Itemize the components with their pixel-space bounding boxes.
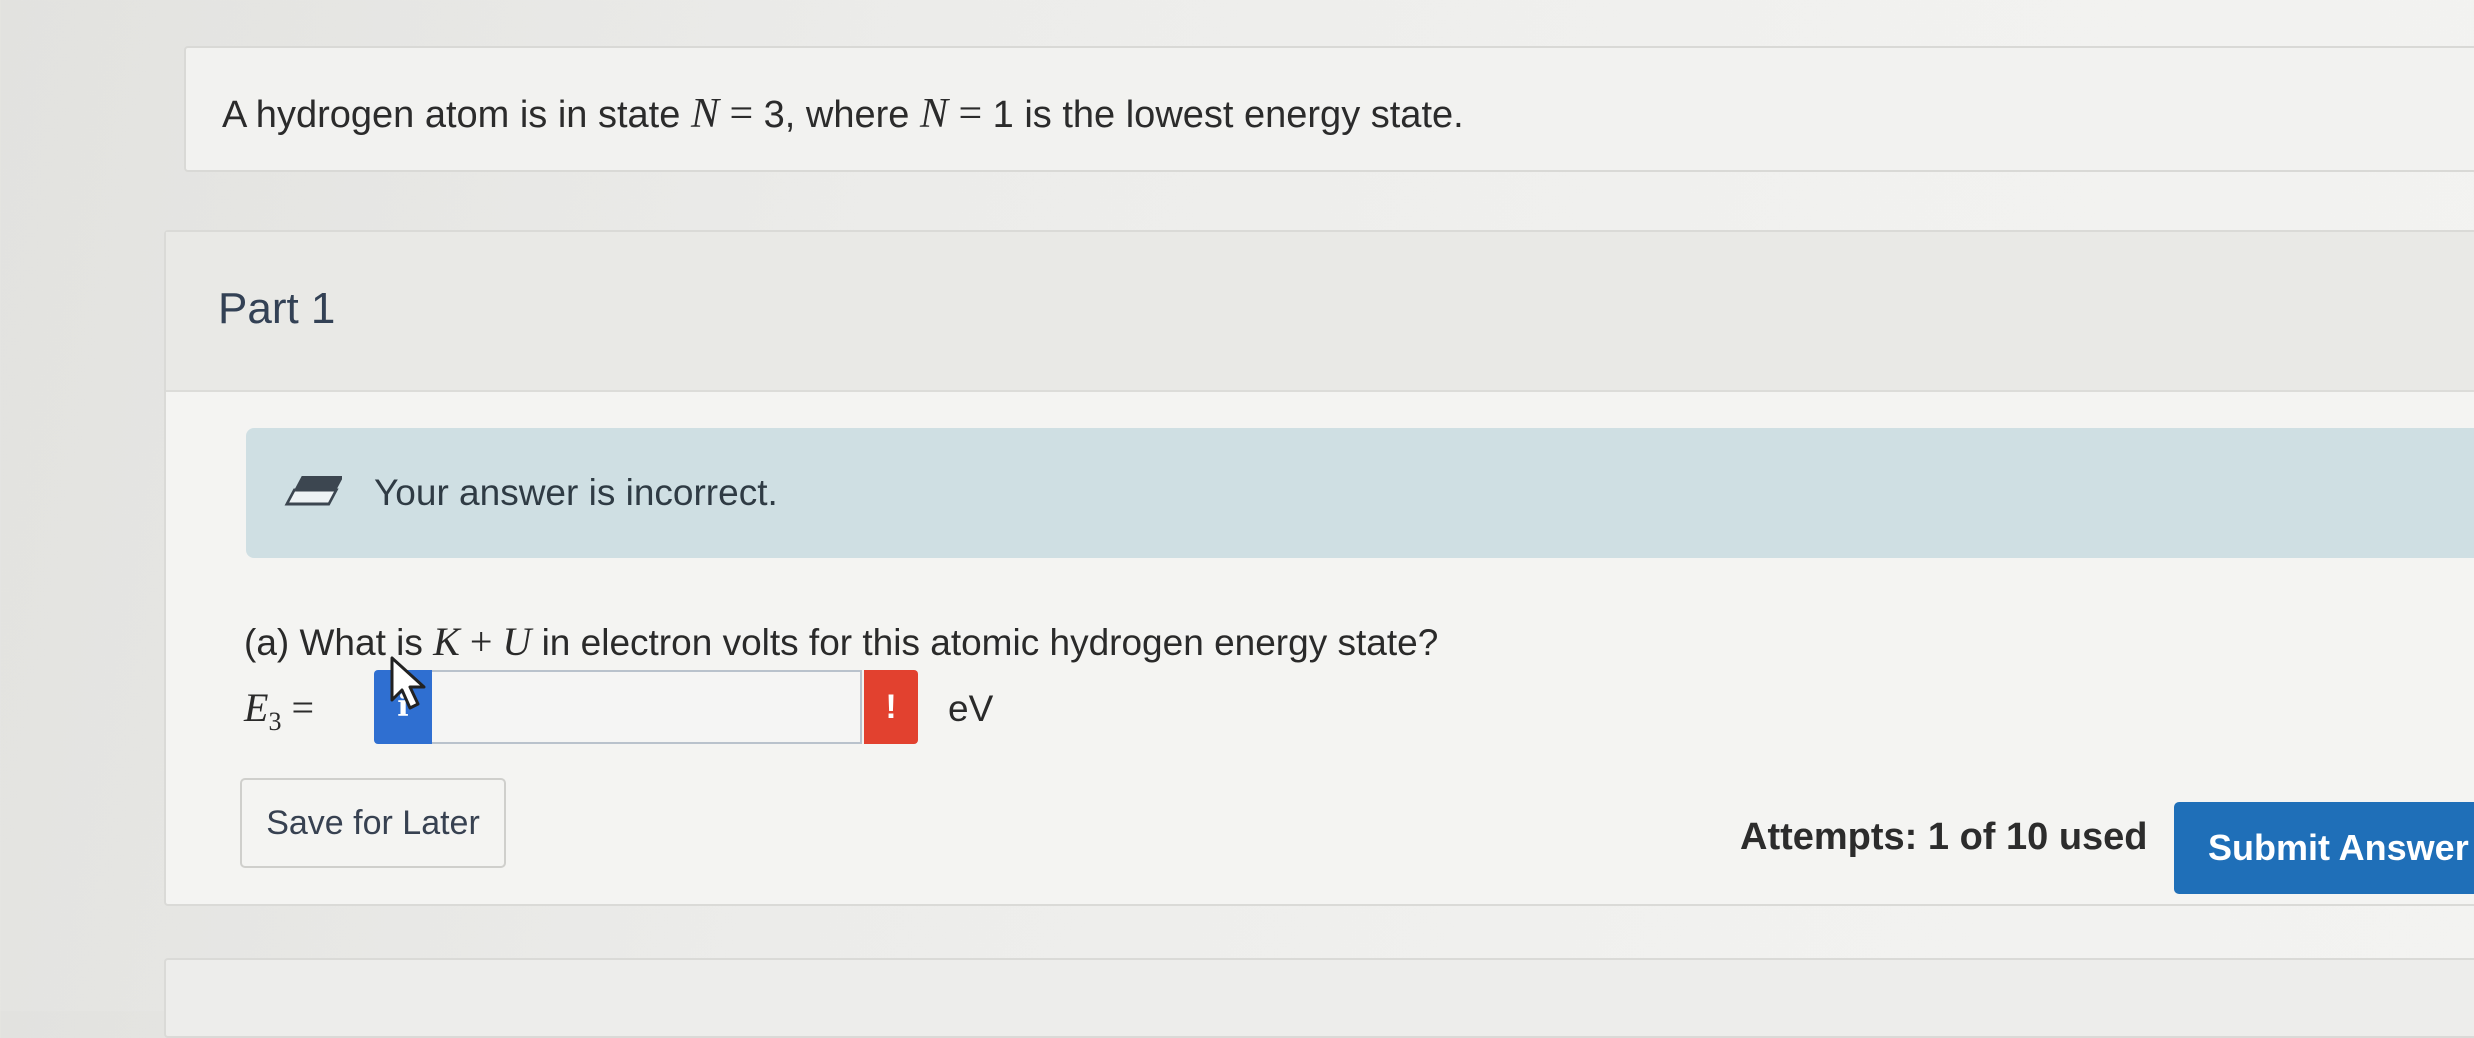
submit-answer-button[interactable]: Submit Answer	[2174, 802, 2474, 894]
question-suffix: is the lowest energy state.	[1013, 94, 1464, 136]
attempts-counter: Attempts: 1 of 10 used	[1740, 816, 2148, 858]
question-variable-n-2: N	[919, 91, 948, 137]
prompt-variable-k: K	[433, 619, 460, 664]
answer-unit: eV	[948, 688, 994, 729]
answer-symbol: E	[244, 685, 269, 730]
question-text: A hydrogen atom is in state N = 3, where…	[222, 90, 1464, 138]
feedback-message: Your answer is incorrect.	[374, 472, 778, 513]
prompt-variable-u: U	[502, 619, 532, 664]
question-prefix: A hydrogen atom is in state	[222, 94, 691, 136]
question-state-value: 3	[763, 94, 785, 136]
part-panel: Part 1 Your answer is incorrect. (a) Wha…	[164, 230, 2474, 906]
eraser-icon	[284, 476, 342, 506]
error-icon: !	[864, 670, 918, 744]
save-for-later-button[interactable]: Save for Later	[240, 778, 506, 868]
feedback-banner: Your answer is incorrect.	[246, 428, 2474, 558]
question-box: A hydrogen atom is in state N = 3, where…	[184, 46, 2474, 172]
answer-input[interactable]	[432, 670, 862, 744]
answer-equals: =	[281, 685, 314, 730]
part-header: Part 1	[166, 232, 2474, 392]
question-equals: =	[718, 91, 764, 137]
prompt-after: in electron volts for this atomic hydrog…	[531, 622, 1439, 663]
next-part-box	[164, 958, 2474, 1038]
prompt-label: (a)	[244, 622, 290, 663]
answer-label: E3 =	[244, 684, 314, 737]
question-variable-n: N	[690, 91, 719, 137]
mouse-cursor-icon	[390, 656, 426, 710]
question-equals-2: =	[947, 91, 993, 137]
answer-subscript: 3	[268, 707, 282, 736]
question-lowest-value: 1	[992, 94, 1014, 136]
question-mid: , where	[784, 94, 920, 136]
prompt-plus: +	[459, 619, 503, 664]
part-title: Part 1	[218, 284, 336, 333]
